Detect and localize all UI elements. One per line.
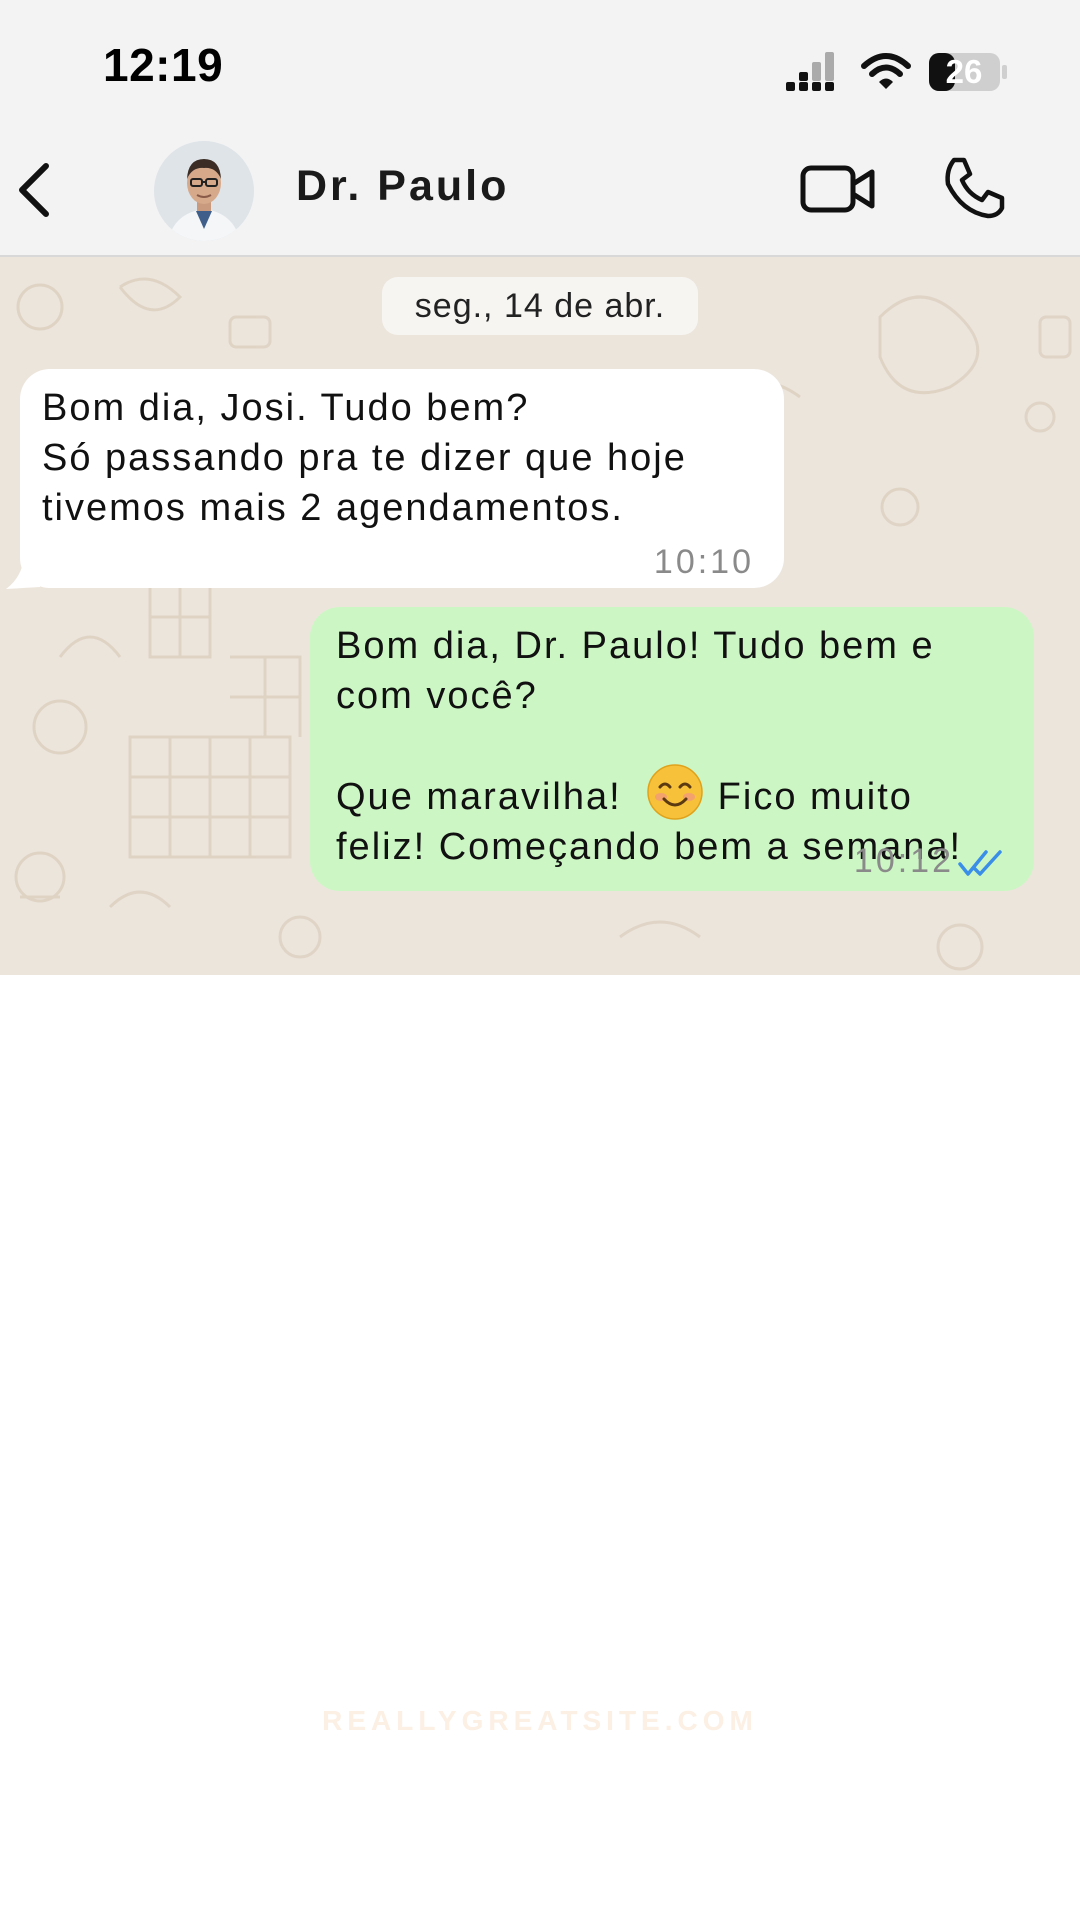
signal-icon [786,52,834,91]
message-meta: 10:12 [854,842,1004,881]
message-line: Bom dia, Josi. Tudo bem? [42,387,530,429]
wifi-icon [861,53,911,89]
status-time: 12:19 [103,39,224,91]
message-line: Só passando pra te dizer que hoje [42,437,687,479]
phone-icon[interactable] [940,154,1008,222]
message-line: com você? [336,675,538,717]
date-separator: seg., 14 de abr. [382,277,698,335]
message-time: 10:12 [853,842,954,880]
contact-name[interactable]: Dr. Paulo [296,162,509,211]
message-text-segment: Que maravilha! [336,776,622,818]
chat-header: Dr. Paulo [0,130,1080,257]
message-line: tivemos mais 2 agendamentos. [42,487,624,529]
chat-area[interactable]: seg., 14 de abr. Bom dia, Josi. Tudo bem… [0,257,1080,975]
avatar[interactable] [154,141,254,241]
watermark: REALLYGREATSITE.COM [322,1705,758,1736]
double-check-icon [958,850,1002,876]
message-text-segment: Fico muito [717,776,913,818]
status-bar: 12:19 26 [0,0,1080,130]
message-bubble-outgoing[interactable]: Bom dia, Dr. Paulo! Tudo bem e com você?… [310,607,1034,891]
battery-level: 26 [945,53,983,90]
video-camera-icon[interactable] [800,158,876,220]
back-arrow-icon[interactable] [10,160,60,220]
message-line: Bom dia, Dr. Paulo! Tudo bem e [336,625,935,667]
smiling-face-icon [646,764,703,820]
message-line: Que maravilha! Fico muito [336,763,1008,822]
message-time: 10:10 [653,543,754,581]
message-bubble-incoming[interactable]: Bom dia, Josi. Tudo bem? Só passando pra… [20,369,784,588]
